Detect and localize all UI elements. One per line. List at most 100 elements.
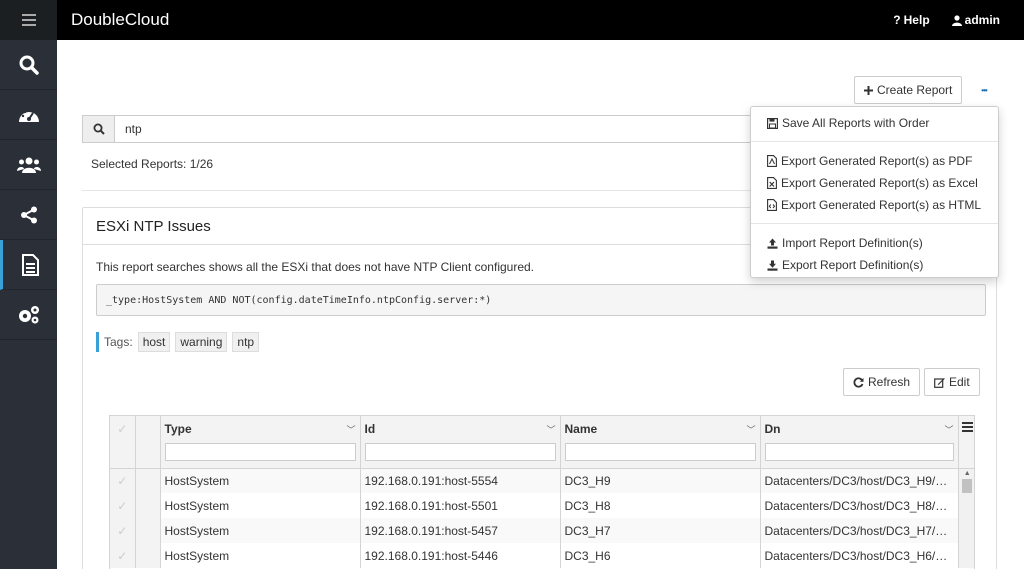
menu-item-label: Import Report Definition(s) bbox=[782, 236, 923, 250]
sidebar-item-reports[interactable] bbox=[0, 240, 57, 290]
share-icon bbox=[20, 206, 37, 223]
sidebar-item-search[interactable] bbox=[0, 40, 57, 90]
upload-icon bbox=[767, 238, 778, 249]
more-options-button[interactable]: ••• bbox=[973, 76, 995, 104]
column-header-name[interactable]: Name ﹀ bbox=[560, 416, 761, 469]
save-icon bbox=[767, 117, 778, 129]
filter-input-type[interactable] bbox=[164, 443, 356, 461]
table-row[interactable]: ✓ HostSystem 192.168.0.191:host-5457 DC3… bbox=[110, 518, 974, 543]
chevron-down-icon[interactable]: ﹀ bbox=[346, 423, 355, 436]
row-checkbox[interactable]: ✓ bbox=[110, 468, 136, 493]
menu-item-label: Export Generated Report(s) as HTML bbox=[781, 198, 982, 212]
menu-item-export-excel[interactable]: Export Generated Report(s) as Excel bbox=[751, 172, 998, 194]
row-selector bbox=[135, 468, 161, 493]
search-input[interactable] bbox=[115, 116, 775, 142]
dashboard-icon bbox=[18, 108, 39, 122]
plus-icon bbox=[864, 85, 873, 95]
cell-name: DC3_H9 bbox=[560, 468, 761, 493]
column-header-type[interactable]: Type ﹀ bbox=[160, 416, 361, 469]
help-link[interactable]: ? Help bbox=[893, 13, 929, 27]
download-icon bbox=[767, 260, 778, 271]
grid-menu-button[interactable] bbox=[958, 416, 974, 469]
brand-title[interactable]: DoubleCloud bbox=[71, 10, 169, 30]
scrollbar-track[interactable] bbox=[958, 543, 974, 568]
more-options-menu: Save All Reports with Order Export Gener… bbox=[750, 106, 999, 278]
column-title-name: Name bbox=[564, 422, 598, 436]
column-header-id[interactable]: Id ﹀ bbox=[360, 416, 561, 469]
ellipsis-icon: ••• bbox=[981, 85, 987, 95]
edit-label: Edit bbox=[949, 375, 970, 389]
refresh-label: Refresh bbox=[868, 375, 911, 389]
cell-dn: Datacenters/DC3/host/DC3_H7/D… bbox=[760, 518, 959, 543]
menu-item-export-definition[interactable]: Export Report Definition(s) bbox=[751, 254, 998, 276]
menu-toggle-button[interactable] bbox=[0, 0, 57, 40]
column-title-dn: Dn bbox=[764, 422, 781, 436]
tag-host[interactable]: host bbox=[137, 332, 171, 352]
top-navbar: DoubleCloud ? Help admin bbox=[0, 0, 1024, 40]
select-all-checkbox[interactable]: ✓ bbox=[110, 416, 136, 469]
create-report-label: Create Report bbox=[877, 83, 953, 97]
sidebar-item-users[interactable] bbox=[0, 140, 57, 190]
selected-reports-count: Selected Reports: 1/26 bbox=[91, 157, 214, 171]
cell-name: DC3_H8 bbox=[560, 493, 761, 518]
question-icon: ? bbox=[893, 13, 901, 27]
cell-type: HostSystem bbox=[160, 518, 361, 543]
cell-dn: Datacenters/DC3/host/DC3_H8/D… bbox=[760, 493, 959, 518]
row-selector bbox=[135, 493, 161, 518]
sidebar-item-settings[interactable] bbox=[0, 290, 57, 340]
hamburger-icon bbox=[961, 422, 973, 432]
column-header-dn[interactable]: Dn ﹀ bbox=[760, 416, 959, 469]
tag-warning[interactable]: warning bbox=[175, 332, 228, 352]
table-row[interactable]: ✓ HostSystem 192.168.0.191:host-5446 DC3… bbox=[110, 543, 974, 568]
search-addon bbox=[83, 116, 115, 142]
menu-divider bbox=[751, 141, 998, 142]
cell-id: 192.168.0.191:host-5554 bbox=[360, 468, 561, 493]
cell-dn: Datacenters/DC3/host/DC3_H9/D… bbox=[760, 468, 959, 493]
sidebar-item-dashboard[interactable] bbox=[0, 90, 57, 140]
row-checkbox[interactable]: ✓ bbox=[110, 493, 136, 518]
row-header-cell bbox=[135, 416, 161, 469]
cell-id: 192.168.0.191:host-5446 bbox=[360, 543, 561, 568]
search-icon bbox=[93, 123, 105, 135]
file-code-icon bbox=[767, 199, 777, 211]
cell-type: HostSystem bbox=[160, 493, 361, 518]
cell-name: DC3_H6 bbox=[560, 543, 761, 568]
chevron-down-icon[interactable]: ﹀ bbox=[944, 423, 953, 436]
filter-input-id[interactable] bbox=[364, 443, 556, 461]
file-pdf-icon bbox=[767, 155, 777, 167]
sidebar-item-share[interactable] bbox=[0, 190, 57, 240]
users-icon bbox=[16, 157, 41, 173]
search-icon bbox=[19, 55, 39, 75]
report-query: _type:HostSystem AND NOT(config.dateTime… bbox=[96, 284, 986, 316]
cell-type: HostSystem bbox=[160, 468, 361, 493]
refresh-button[interactable]: Refresh bbox=[843, 368, 921, 396]
scrollbar-track[interactable] bbox=[958, 493, 974, 518]
menu-item-save-all[interactable]: Save All Reports with Order bbox=[751, 112, 998, 134]
scrollbar-track[interactable] bbox=[958, 518, 974, 543]
chevron-down-icon[interactable]: ﹀ bbox=[546, 423, 555, 436]
file-excel-icon bbox=[767, 177, 777, 189]
edit-button[interactable]: Edit bbox=[924, 368, 980, 396]
scrollbar-up[interactable]: ▲ bbox=[958, 468, 974, 493]
edit-icon bbox=[934, 377, 945, 388]
user-menu[interactable]: admin bbox=[951, 13, 1000, 27]
row-selector bbox=[135, 518, 161, 543]
filter-input-dn[interactable] bbox=[764, 443, 954, 461]
row-checkbox[interactable]: ✓ bbox=[110, 543, 136, 568]
create-report-button[interactable]: Create Report bbox=[854, 76, 963, 104]
row-checkbox[interactable]: ✓ bbox=[110, 518, 136, 543]
scrollbar-thumb[interactable] bbox=[962, 478, 973, 493]
cell-id: 192.168.0.191:host-5501 bbox=[360, 493, 561, 518]
tags-row: Tags: host warning ntp bbox=[96, 332, 260, 352]
settings-icon bbox=[18, 305, 39, 323]
menu-item-import-definition[interactable]: Import Report Definition(s) bbox=[751, 232, 998, 254]
tags-label: Tags: bbox=[104, 335, 133, 349]
cell-id: 192.168.0.191:host-5457 bbox=[360, 518, 561, 543]
tag-ntp[interactable]: ntp bbox=[232, 332, 260, 352]
menu-item-export-html[interactable]: Export Generated Report(s) as HTML bbox=[751, 194, 998, 216]
table-row[interactable]: ✓ HostSystem 192.168.0.191:host-5501 DC3… bbox=[110, 493, 974, 518]
table-row[interactable]: ✓ HostSystem 192.168.0.191:host-5554 DC3… bbox=[110, 468, 974, 493]
menu-item-export-pdf[interactable]: Export Generated Report(s) as PDF bbox=[751, 150, 998, 172]
chevron-down-icon[interactable]: ﹀ bbox=[746, 423, 755, 436]
filter-input-name[interactable] bbox=[564, 443, 756, 461]
